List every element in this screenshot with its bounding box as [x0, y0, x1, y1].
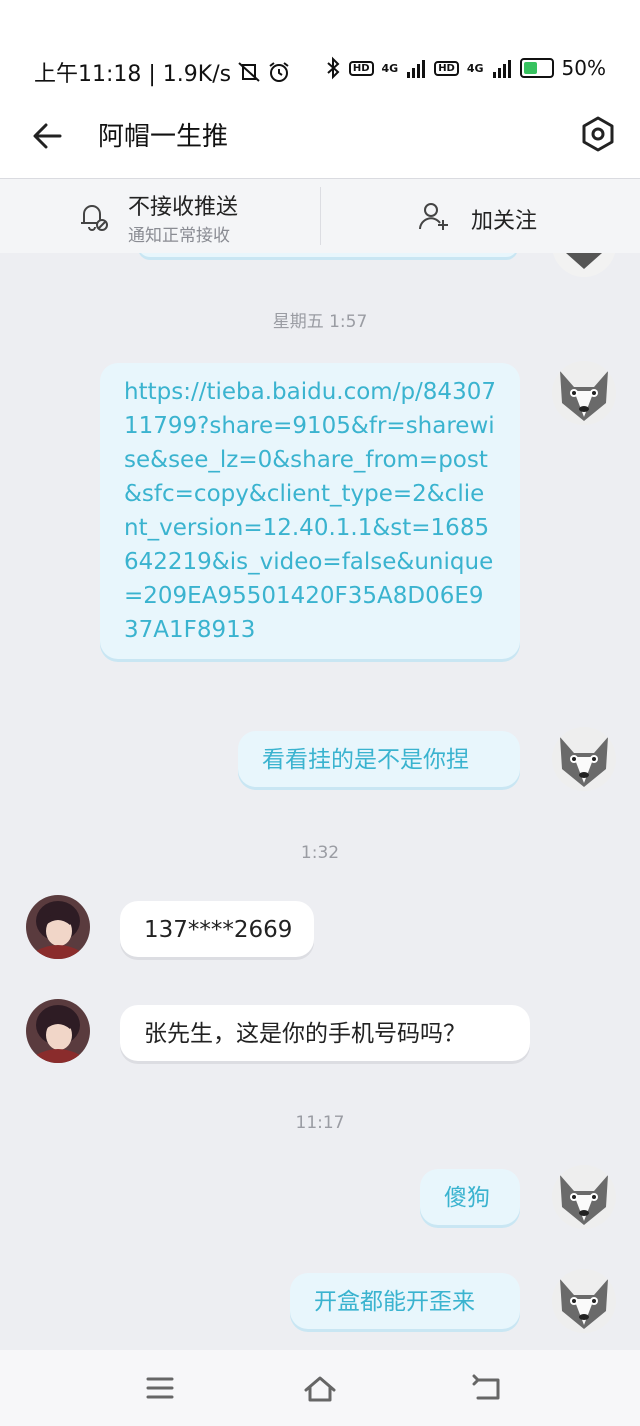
- battery-percent: 50%: [561, 56, 606, 80]
- husky-avatar-icon: [552, 1165, 616, 1229]
- settings-button[interactable]: [578, 114, 618, 154]
- my-avatar[interactable]: [552, 727, 616, 791]
- back-arrow-icon: [33, 123, 62, 149]
- add-user-icon: [419, 203, 448, 230]
- message-text: 开盒都能开歪来: [314, 1289, 475, 1315]
- system-nav-bar: [0, 1350, 640, 1426]
- page-title: 阿帽一生推: [98, 122, 229, 152]
- follow-button[interactable]: 加关注: [321, 179, 640, 253]
- bell-muted-icon: [81, 205, 108, 231]
- message-bubble[interactable]: 看看挂的是不是你捏: [238, 731, 520, 787]
- hd-badge: HD: [434, 60, 459, 76]
- battery-fill: [523, 62, 537, 74]
- message-text: 137****2669: [144, 917, 293, 943]
- chat-area[interactable]: 星期五 1:57 https://tieba.baidu.com/p/84307…: [0, 253, 640, 1350]
- signal-icon: [407, 60, 426, 78]
- contact-avatar[interactable]: [26, 999, 90, 1063]
- status-bar: 上午11:18 | 1.9K/s HD 4G HD 4G 50%: [0, 0, 640, 100]
- status-left: 上午11:18 | 1.9K/s: [34, 56, 291, 88]
- network-type: 4G: [466, 61, 484, 75]
- message-text: 张先生，这是你的手机号码吗？: [144, 1021, 466, 1047]
- settings-hexagon-icon: [582, 116, 614, 152]
- bluetooth-icon: [327, 56, 340, 80]
- network-type: 4G: [381, 61, 399, 75]
- signal-icon: [492, 60, 511, 78]
- message-bubble-partial[interactable]: [138, 253, 518, 257]
- message-bubble[interactable]: https://tieba.baidu.com/p/8430711799?sha…: [100, 363, 520, 659]
- back-button[interactable]: [30, 118, 66, 154]
- anime-avatar-icon: [26, 999, 90, 1063]
- timestamp: 11:17: [295, 1113, 345, 1133]
- mute-push-button[interactable]: 不接收推送 通知正常接收: [0, 179, 320, 253]
- follow-label: 加关注: [471, 209, 538, 234]
- anime-avatar-icon: [26, 895, 90, 959]
- menu-icon: [146, 1377, 174, 1399]
- status-right: HD 4G HD 4G 50%: [325, 56, 606, 80]
- message-bubble[interactable]: 傻狗: [420, 1169, 520, 1225]
- message-bubble[interactable]: 137****2669: [120, 901, 314, 957]
- husky-avatar-icon: [552, 361, 616, 425]
- action-bar: 不接收推送 通知正常接收 加关注: [0, 179, 640, 253]
- hd-badge: HD: [348, 60, 374, 76]
- my-avatar[interactable]: [552, 1165, 616, 1229]
- push-subtitle: 通知正常接收: [128, 226, 230, 246]
- chat-header: 阿帽一生推: [0, 100, 640, 179]
- message-text: 傻狗: [444, 1185, 490, 1211]
- vibrate-off-icon: [238, 62, 260, 82]
- alarm-icon: [269, 62, 289, 82]
- message-text: 看看挂的是不是你捏: [262, 747, 469, 773]
- my-avatar[interactable]: [552, 361, 616, 425]
- my-avatar[interactable]: [552, 253, 616, 277]
- timestamp: 星期五 1:57: [272, 312, 368, 332]
- my-avatar[interactable]: [552, 1269, 616, 1333]
- back-nav-icon: [472, 1374, 500, 1400]
- home-button[interactable]: [300, 1370, 340, 1406]
- message-bubble[interactable]: 开盒都能开歪来: [290, 1273, 520, 1329]
- home-icon: [304, 1376, 336, 1402]
- husky-avatar-icon: [552, 727, 616, 791]
- timestamp: 1:32: [300, 843, 340, 863]
- message-link[interactable]: https://tieba.baidu.com/p/8430711799?sha…: [124, 379, 496, 643]
- status-time: 上午11:18 | 1.9K/s: [34, 62, 232, 87]
- back-nav-button[interactable]: [468, 1370, 508, 1406]
- push-title: 不接收推送: [128, 195, 239, 220]
- menu-button[interactable]: [140, 1370, 180, 1406]
- husky-avatar-icon: [552, 1269, 616, 1333]
- battery-icon: [519, 58, 554, 78]
- message-bubble[interactable]: 张先生，这是你的手机号码吗？: [120, 1005, 530, 1061]
- contact-avatar[interactable]: [26, 895, 90, 959]
